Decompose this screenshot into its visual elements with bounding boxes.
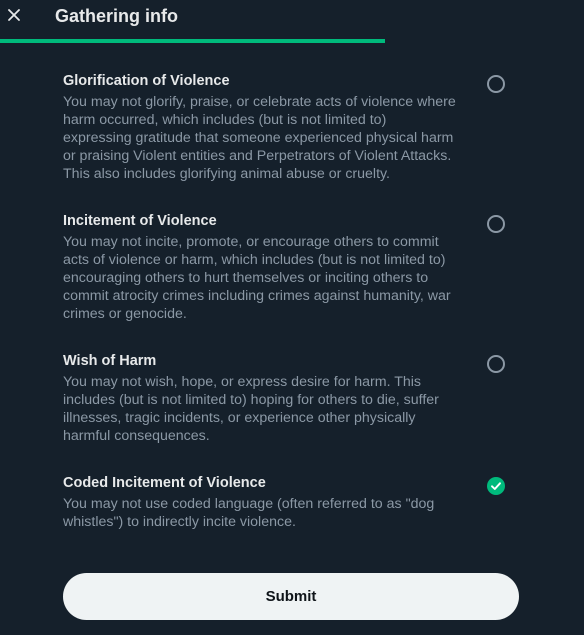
radio-button[interactable] xyxy=(487,75,505,93)
submit-button[interactable]: Submit xyxy=(63,573,519,620)
option-description: You may not incite, promote, or encourag… xyxy=(63,234,451,322)
radio-button[interactable] xyxy=(487,215,505,233)
option-description: You may not use coded language (often re… xyxy=(63,496,435,530)
option-title: Wish of Harm xyxy=(63,353,157,369)
progress-fill xyxy=(0,39,386,43)
report-modal: Gathering info Glorification of Violence… xyxy=(0,0,584,635)
option-description: You may not wish, hope, or express desir… xyxy=(63,374,439,444)
option-title: Coded Incitement of Violence xyxy=(63,475,266,491)
option-title: Glorification of Violence xyxy=(63,73,230,89)
close-button[interactable] xyxy=(4,5,24,25)
options-list: Glorification of Violence You may not gl… xyxy=(0,68,584,543)
option-wish-of-harm[interactable]: Wish of Harm You may not wish, hope, or … xyxy=(0,351,584,470)
close-icon xyxy=(8,9,20,21)
option-incitement-of-violence[interactable]: Incitement of Violence You may not incit… xyxy=(0,211,584,348)
modal-title: Gathering info xyxy=(55,6,178,26)
checkmark-icon xyxy=(491,482,501,490)
option-title: Incitement of Violence xyxy=(63,213,217,229)
progress-bar xyxy=(0,39,584,43)
radio-button[interactable] xyxy=(487,355,505,373)
radio-button-selected[interactable] xyxy=(487,477,505,495)
modal-header: Gathering info xyxy=(0,0,584,40)
option-glorification-of-violence[interactable]: Glorification of Violence You may not gl… xyxy=(0,71,584,208)
footer: Submit xyxy=(63,573,519,620)
option-coded-incitement-of-violence[interactable]: Coded Incitement of Violence You may not… xyxy=(0,473,584,543)
option-description: You may not glorify, praise, or celebrat… xyxy=(63,94,456,182)
